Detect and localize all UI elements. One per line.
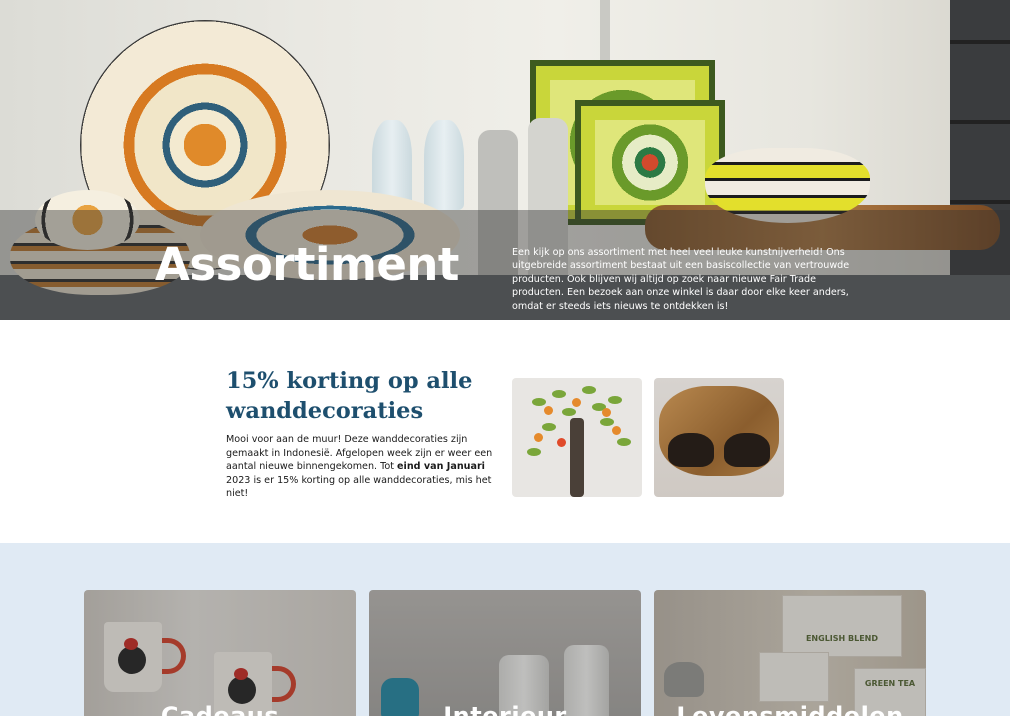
category-label: Cadeaus <box>160 702 280 716</box>
promo-text-bold: eind van Januari <box>397 461 485 472</box>
wall-rail <box>600 0 610 60</box>
category-label: Levensmiddelen <box>676 702 904 716</box>
category-label: Interieur <box>443 702 567 716</box>
category-card-interieur[interactable]: Interieur <box>369 590 641 716</box>
promo-title: 15% korting op alle wanddecoraties <box>226 368 473 424</box>
elephant-wall-decoration-image[interactable] <box>654 378 784 497</box>
promo-text: Mooi voor aan de muur! Deze wanddecorati… <box>226 433 498 501</box>
page-title: Assortiment <box>155 238 459 291</box>
hero-banner: Assortiment Een kijk op ons assortiment … <box>0 0 1010 320</box>
category-card-cadeaus[interactable]: Cadeaus <box>84 590 356 716</box>
hero-intro-text: Een kijk op ons assortiment met heel vee… <box>512 247 850 312</box>
glass-image <box>424 120 464 210</box>
promo-text-end: 2023 is er 15% korting op alle wanddecor… <box>226 474 492 500</box>
tree-wall-decoration-image[interactable] <box>512 378 642 497</box>
category-card-levensmiddelen[interactable]: ENGLISH BLEND GREEN TEA Levensmiddelen <box>654 590 926 716</box>
